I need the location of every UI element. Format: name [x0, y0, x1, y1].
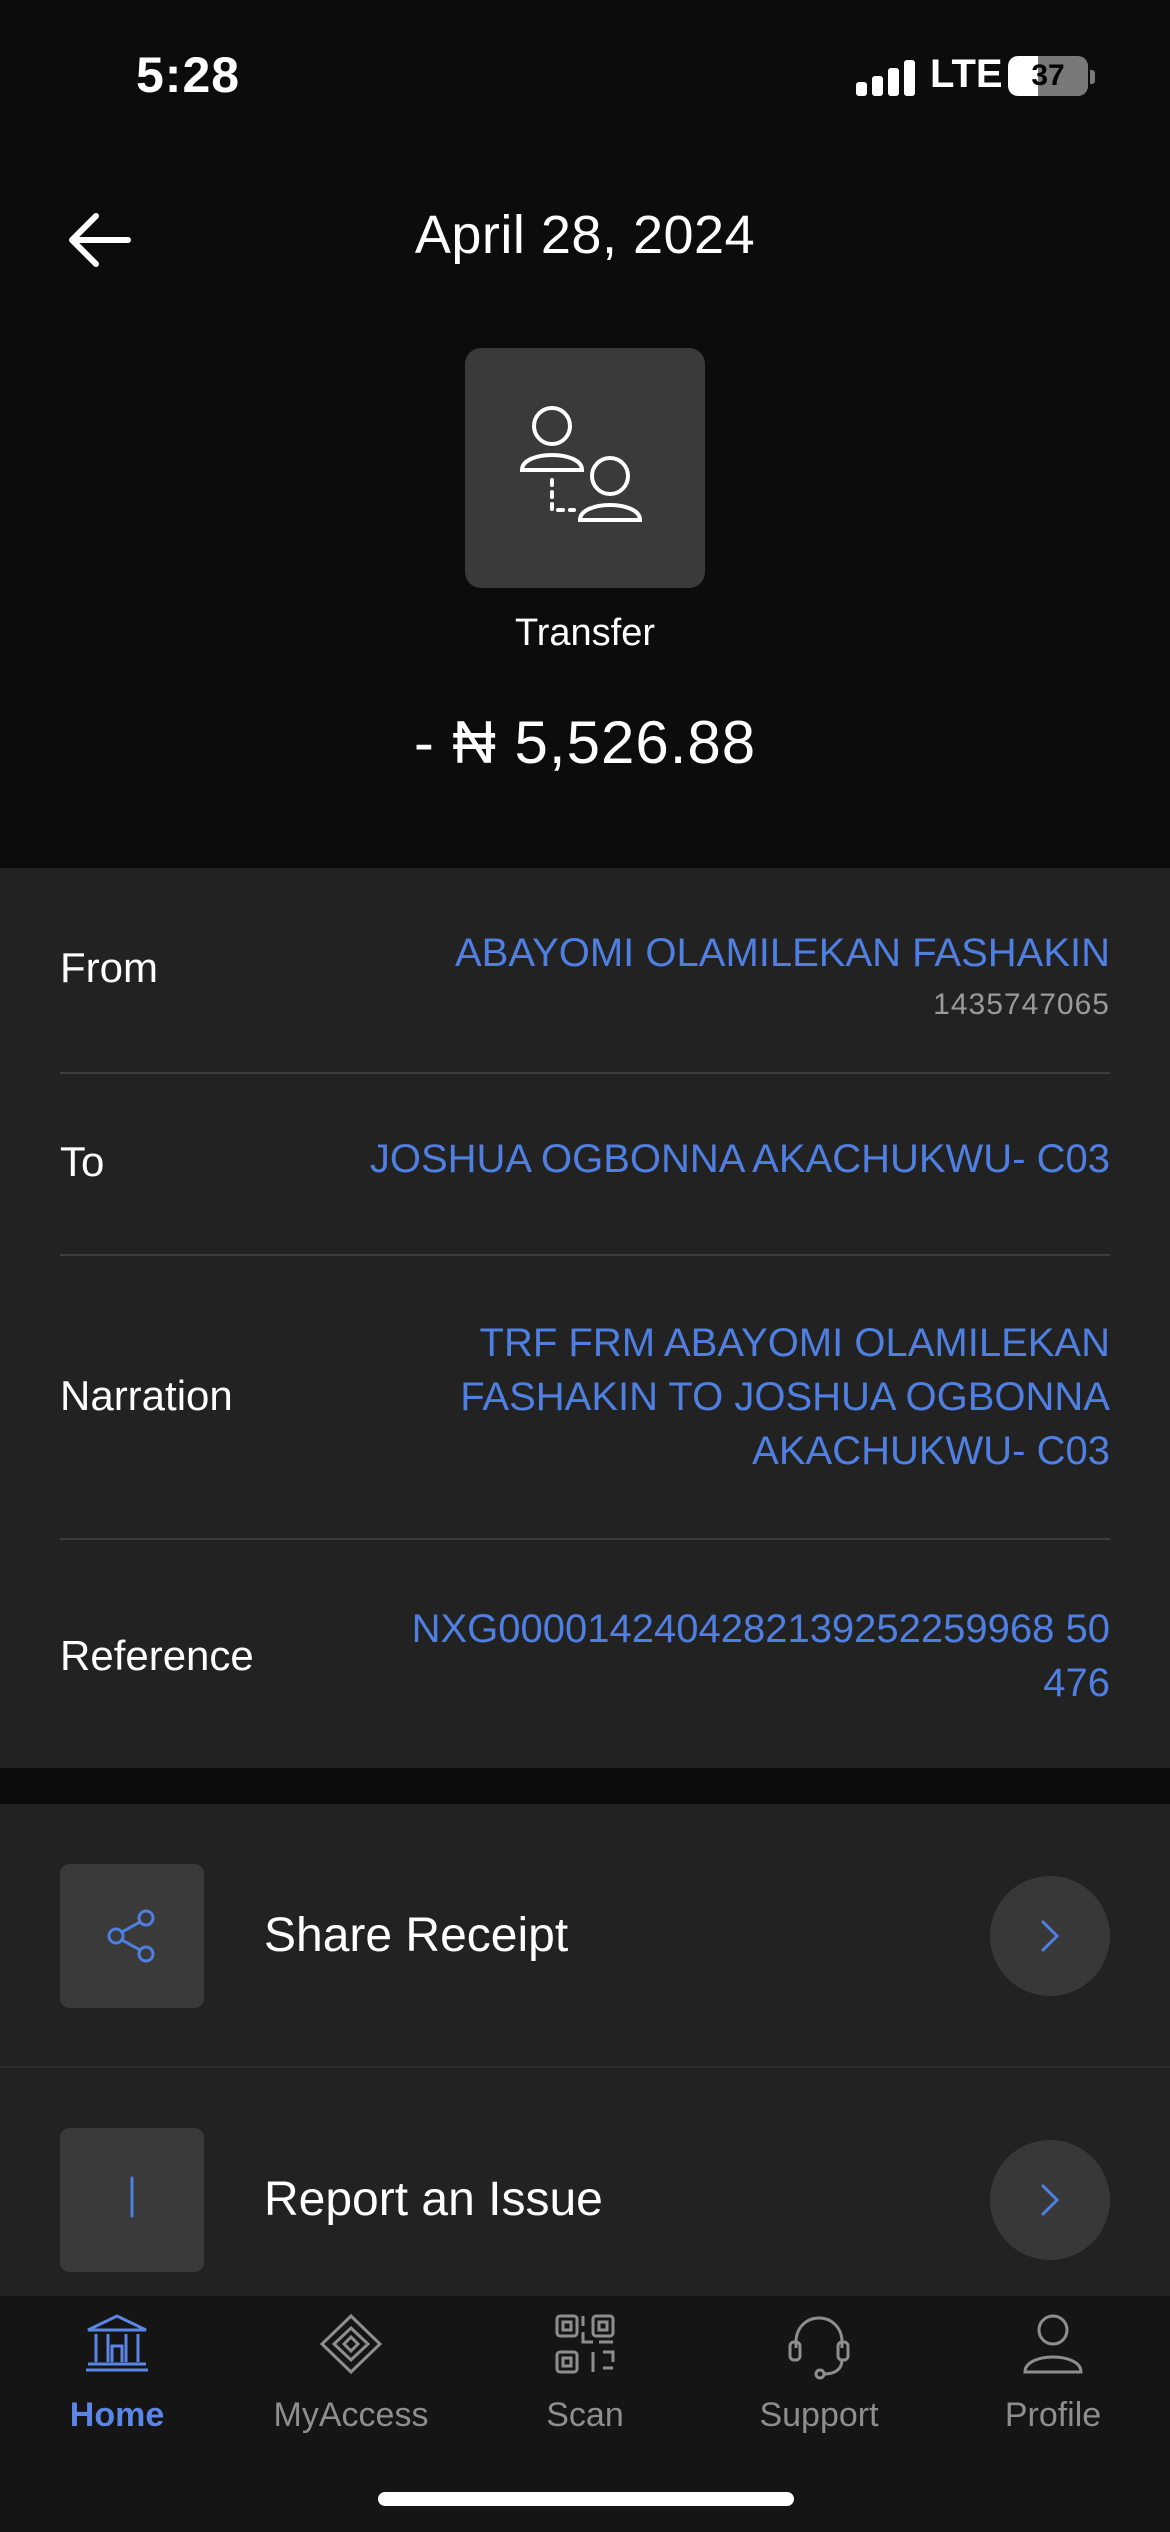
share-icon [107, 1909, 155, 1963]
nav-myaccess-label: MyAccess [273, 2396, 429, 2434]
detail-row-reference: Reference NXG0000142404282139252259968 5… [60, 1540, 1110, 1768]
bank-icon [86, 2314, 148, 2372]
narration-line: FASHAKIN TO JOSHUA OGBONNA [460, 1375, 1110, 1419]
nav-profile[interactable]: Profile [936, 2296, 1170, 2456]
report-issue-label: Report an Issue [264, 2173, 603, 2226]
narration-line: TRF FRM ABAYOMI OLAMILEKAN [479, 1321, 1110, 1365]
battery-level: 37 [1031, 59, 1065, 92]
battery-nub [1090, 70, 1095, 84]
narration-label: Narration [60, 1372, 233, 1419]
signal-icon [856, 60, 916, 96]
narration-line: AKACHUKWU- C03 [752, 1429, 1110, 1473]
from-name[interactable]: ABAYOMI OLAMILEKAN FASHAKIN [455, 926, 1110, 980]
share-receipt-label: Share Receipt [264, 1909, 569, 1962]
home-indicator[interactable] [378, 2492, 794, 2506]
from-label: From [60, 944, 158, 991]
report-issue-button[interactable]: Report an Issue [0, 2068, 1170, 2332]
share-receipt-button[interactable]: Share Receipt [0, 1804, 1170, 2068]
transaction-type-icon-box [465, 348, 705, 588]
nav-myaccess[interactable]: MyAccess [234, 2296, 468, 2456]
exclamation-icon [130, 2176, 134, 2218]
transaction-type: Transfer [514, 612, 656, 654]
nav-home-label: Home [69, 2396, 165, 2434]
nav-profile-label: Profile [1004, 2396, 1102, 2434]
detail-row-from: From ABAYOMI OLAMILEKAN FASHAKIN 1435747… [60, 868, 1110, 1074]
detail-row-to: To JOSHUA OGBONNA AKACHUKWU- C03 [60, 1074, 1110, 1256]
diamond-icon [319, 2313, 383, 2375]
nav-support-label: Support [759, 2396, 879, 2434]
nav-support[interactable]: Support [702, 2296, 936, 2456]
reference-value[interactable]: NXG0000142404282139252259968 50 476 [412, 1602, 1110, 1710]
battery-icon: 37 [1008, 56, 1088, 96]
actions-list: Share Receipt Report an Issue [0, 1804, 1170, 2304]
nav-scan-label: Scan [546, 2396, 624, 2434]
qr-code-icon [555, 2314, 615, 2374]
status-time: 5:28 [136, 47, 241, 103]
narration-value: TRF FRM ABAYOMI OLAMILEKAN FASHAKIN TO J… [460, 1316, 1110, 1478]
status-bar: 5:28 LTE 37 [0, 0, 1170, 150]
reference-line: NXG0000142404282139252259968 50 [411, 1607, 1110, 1651]
network-type: LTE [930, 52, 1003, 96]
share-icon-box [60, 1864, 204, 2008]
chevron-right-icon [990, 1876, 1110, 1996]
detail-row-narration: Narration TRF FRM ABAYOMI OLAMILEKAN FAS… [60, 1256, 1110, 1540]
to-label: To [60, 1138, 105, 1185]
nav-home[interactable]: Home [0, 2296, 234, 2456]
nav-scan[interactable]: Scan [468, 2296, 702, 2456]
headset-icon [788, 2316, 850, 2380]
transaction-detail-screen: 5:28 LTE 37 April 28, 2024 Transfer - ₦ … [0, 0, 1170, 2532]
transaction-amount: - ₦ 5,526.88 [413, 709, 757, 776]
from-account-number: 1435747065 [933, 988, 1110, 1021]
chevron-right-icon [990, 2140, 1110, 2260]
reference-label: Reference [60, 1632, 254, 1679]
transfer-people-icon [519, 406, 643, 522]
to-name[interactable]: JOSHUA OGBONNA AKACHUKWU- C03 [370, 1132, 1110, 1186]
reference-line: 476 [1043, 1661, 1110, 1705]
report-icon-box [60, 2128, 204, 2272]
person-icon [1023, 2314, 1083, 2374]
page-title: April 28, 2024 [414, 205, 756, 265]
details-card: From ABAYOMI OLAMILEKAN FASHAKIN 1435747… [0, 868, 1170, 1768]
